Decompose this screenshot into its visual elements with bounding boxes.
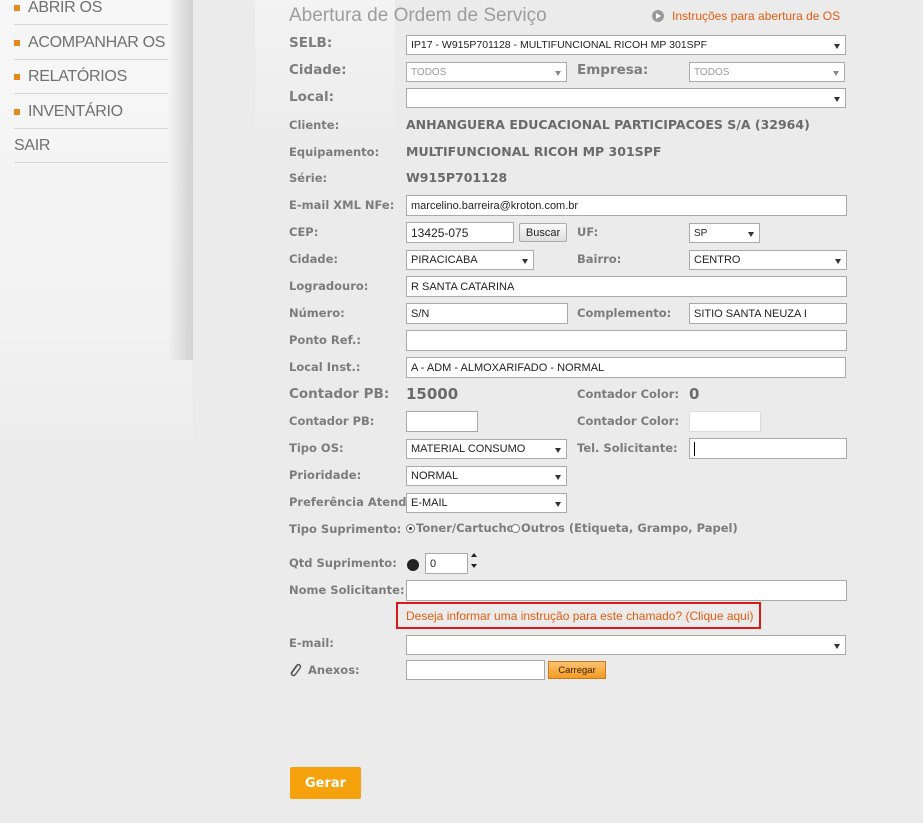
numero-label: Número: bbox=[289, 306, 345, 320]
logradouro-input[interactable]: R SANTA CATARINA bbox=[406, 276, 847, 297]
radio-toner[interactable]: Toner/Cartucho bbox=[406, 521, 515, 535]
cidade-label: Cidade: bbox=[289, 252, 339, 266]
preferencia-select[interactable]: E-MAIL bbox=[406, 493, 567, 513]
radio-selected-icon bbox=[406, 523, 415, 533]
uf-select[interactable]: SP bbox=[689, 223, 760, 243]
serie-value: W915P701128 bbox=[406, 170, 508, 185]
bullet-icon bbox=[14, 39, 20, 46]
complemento-input[interactable]: SITIO SANTA NEUZA I bbox=[689, 303, 847, 324]
contador-color-display-label: Contador Color: bbox=[577, 387, 680, 401]
instruction-link[interactable]: Deseja informar uma instrução para este … bbox=[396, 602, 761, 629]
page-title: Abertura de Ordem de Serviço bbox=[289, 5, 547, 26]
sidebar-item-inventario[interactable]: INVENTÁRIO bbox=[14, 95, 168, 129]
bairro-label: Bairro: bbox=[577, 252, 622, 266]
anexos-file-input[interactable] bbox=[406, 660, 545, 680]
cliente-value: ANHANGUERA EDUCACIONAL PARTICIPACOES S/A… bbox=[406, 117, 810, 132]
status-dot-icon bbox=[407, 559, 419, 571]
qtd-suprimento-input[interactable]: 0 bbox=[425, 553, 468, 574]
selb-label: SELB: bbox=[289, 35, 333, 51]
tipo-os-select[interactable]: MATERIAL CONSUMO bbox=[406, 439, 567, 459]
contador-pb-input-label: Contador PB: bbox=[289, 414, 375, 428]
paperclip-icon bbox=[290, 663, 302, 677]
cidade-filter-select[interactable]: TODOS bbox=[406, 62, 567, 82]
contador-color-display-value: 0 bbox=[689, 385, 700, 403]
prioridade-select[interactable]: NORMAL bbox=[406, 466, 567, 486]
bairro-select[interactable]: CENTRO bbox=[689, 250, 847, 270]
local-inst-label: Local Inst.: bbox=[289, 360, 361, 374]
stepper-up-icon[interactable] bbox=[471, 553, 477, 557]
empresa-filter-label: Empresa: bbox=[577, 62, 649, 78]
tel-solicitante-input[interactable] bbox=[689, 438, 847, 459]
cep-label: CEP: bbox=[289, 225, 319, 239]
sidebar-item-abrir-os[interactable]: ABRIR OS bbox=[14, 0, 168, 25]
local-label: Local: bbox=[289, 89, 335, 105]
empresa-filter-select[interactable]: TODOS bbox=[689, 62, 845, 82]
radio-outros[interactable]: Outros (Etiqueta, Grampo, Papel) bbox=[511, 521, 738, 535]
email-select[interactable] bbox=[406, 635, 846, 655]
instructions-link-label: Instruções para abertura de OS bbox=[672, 9, 841, 23]
tipo-suprimento-label: Tipo Suprimento: bbox=[289, 522, 402, 536]
qtd-stepper[interactable] bbox=[470, 552, 479, 574]
radio-outros-label: Outros (Etiqueta, Grampo, Papel) bbox=[521, 521, 738, 535]
prioridade-label: Prioridade: bbox=[289, 468, 362, 482]
contador-pb-display-label: Contador PB: bbox=[289, 386, 390, 402]
sidebar-item-label: SAIR bbox=[14, 136, 51, 154]
sidebar-item-label: ABRIR OS bbox=[28, 0, 103, 16]
contador-pb-input[interactable] bbox=[406, 411, 478, 432]
sidebar-item-sair[interactable]: SAIR bbox=[14, 129, 168, 163]
selb-select[interactable]: IP17 - W915P701128 - MULTIFUNCIONAL RICO… bbox=[406, 35, 846, 55]
instructions-link[interactable]: Instruções para abertura de OS bbox=[652, 9, 840, 23]
preferencia-label: Preferência Atend: bbox=[289, 495, 412, 509]
contador-color-input[interactable] bbox=[689, 411, 761, 432]
local-inst-input[interactable]: A - ADM - ALMOXARIFADO - NORMAL bbox=[406, 357, 846, 378]
nome-solicitante-input[interactable] bbox=[406, 580, 847, 601]
sidebar-item-label: INVENTÁRIO bbox=[28, 102, 123, 120]
numero-input[interactable]: S/N bbox=[406, 303, 568, 324]
complemento-label: Complemento: bbox=[577, 306, 672, 320]
sidebar-item-relatorios[interactable]: RELATÓRIOS bbox=[14, 60, 168, 94]
nome-solicitante-label: Nome Solicitante: bbox=[289, 583, 405, 597]
logradouro-label: Logradouro: bbox=[289, 279, 369, 293]
cep-input[interactable]: 13425-075 bbox=[406, 222, 514, 243]
carregar-button[interactable]: Carregar bbox=[548, 661, 606, 679]
cidade-filter-label: Cidade: bbox=[289, 62, 347, 78]
ponto-ref-input[interactable] bbox=[406, 330, 847, 351]
equipamento-label: Equipamento: bbox=[289, 145, 380, 159]
email-xml-input[interactable]: marcelino.barreira@kroton.com.br bbox=[406, 195, 847, 216]
email-xml-label: E-mail XML NFe: bbox=[289, 198, 395, 212]
radio-unselected-icon bbox=[511, 523, 520, 533]
radio-toner-label: Toner/Cartucho bbox=[416, 521, 515, 535]
sidebar-item-label: RELATÓRIOS bbox=[28, 67, 127, 85]
email-label: E-mail: bbox=[289, 636, 334, 650]
qtd-suprimento-label: Qtd Suprimento: bbox=[289, 556, 397, 570]
sidebar-item-acompanhar-os[interactable]: ACOMPANHAR OS bbox=[14, 26, 168, 60]
sidebar-item-label: ACOMPANHAR OS bbox=[28, 33, 166, 51]
text-cursor bbox=[694, 441, 695, 456]
buscar-button[interactable]: Buscar bbox=[519, 223, 567, 242]
bullet-icon bbox=[14, 73, 20, 80]
contador-color-input-label: Contador Color: bbox=[577, 414, 680, 428]
cidade-select[interactable]: PIRACICABA bbox=[406, 250, 534, 270]
tipo-os-label: Tipo OS: bbox=[289, 441, 344, 455]
stepper-down-icon[interactable] bbox=[471, 564, 477, 568]
play-icon bbox=[652, 10, 664, 22]
equipamento-value: MULTIFUNCIONAL RICOH MP 301SPF bbox=[406, 144, 662, 159]
contador-pb-display-value: 15000 bbox=[406, 385, 459, 403]
bullet-icon bbox=[14, 108, 20, 115]
cliente-label: Cliente: bbox=[289, 118, 340, 132]
bullet-icon bbox=[14, 4, 20, 11]
uf-label: UF: bbox=[577, 225, 599, 239]
gerar-button[interactable]: Gerar bbox=[290, 767, 361, 799]
ponto-ref-label: Ponto Ref.: bbox=[289, 333, 361, 347]
tel-solicitante-label: Tel. Solicitante: bbox=[577, 441, 678, 455]
anexos-label: Anexos: bbox=[308, 663, 360, 677]
serie-label: Série: bbox=[289, 171, 328, 185]
local-select[interactable] bbox=[406, 88, 846, 108]
